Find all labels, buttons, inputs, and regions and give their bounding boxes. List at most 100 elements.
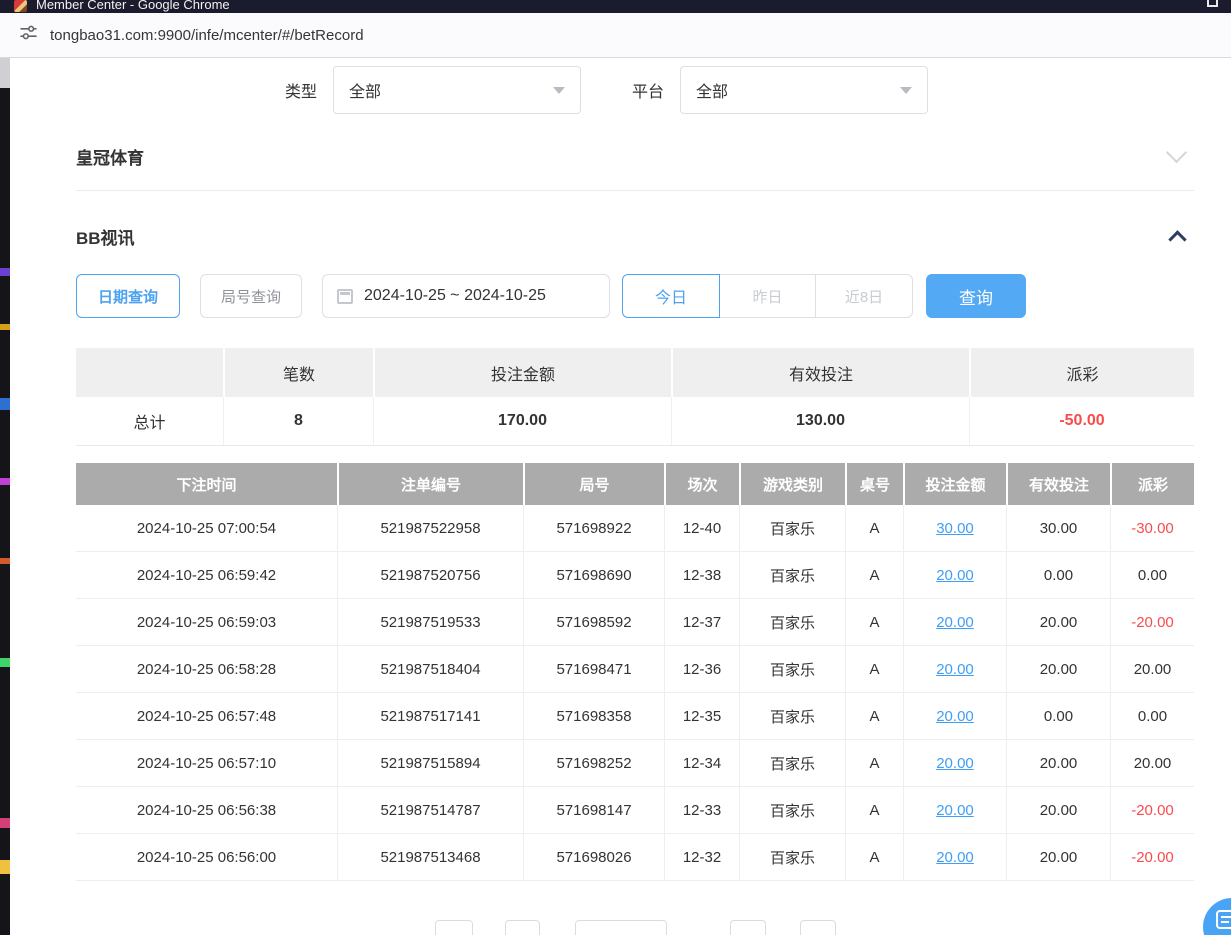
pagination-button-4[interactable] xyxy=(800,920,836,935)
cell-table-number: A xyxy=(845,599,903,645)
customer-service-fab[interactable] xyxy=(1203,898,1231,935)
cell-payout: 0.00 xyxy=(1110,693,1194,739)
pagination-button-2[interactable] xyxy=(505,920,540,935)
filter-bar: 类型 全部 平台 全部 xyxy=(285,66,928,114)
cell-bet-amount-link[interactable]: 20.00 xyxy=(903,646,1006,692)
cell-game-type: 百家乐 xyxy=(739,552,845,598)
table-row: 2024-10-25 07:00:54 521987522958 5716989… xyxy=(76,505,1194,552)
summary-table: 笔数 投注金额 有效投注 派彩 总计 8 170.00 130.00 -50.0… xyxy=(76,348,1194,446)
header-bet-amount: 投注金额 xyxy=(903,463,1006,505)
bet-table-body: 2024-10-25 07:00:54 521987522958 5716989… xyxy=(76,505,1194,881)
cell-game-type: 百家乐 xyxy=(739,505,845,551)
pagination xyxy=(0,920,1231,935)
cell-valid-bet: 20.00 xyxy=(1006,787,1110,833)
cell-bet-amount-link[interactable]: 20.00 xyxy=(903,693,1006,739)
last-8-days-button[interactable]: 近8日 xyxy=(815,274,913,318)
cell-bet-time: 2024-10-25 06:58:28 xyxy=(76,646,337,692)
section-title: 皇冠体育 xyxy=(76,144,144,169)
site-settings-icon[interactable] xyxy=(20,24,37,46)
cell-bet-time: 2024-10-25 06:57:10 xyxy=(76,740,337,786)
cell-bet-id: 521987515894 xyxy=(337,740,523,786)
cell-bet-amount-link[interactable]: 20.00 xyxy=(903,834,1006,880)
cell-valid-bet: 20.00 xyxy=(1006,646,1110,692)
round-query-tab-button[interactable]: 局号查询 xyxy=(200,274,302,318)
header-session: 场次 xyxy=(664,463,739,505)
type-filter-select[interactable]: 全部 xyxy=(333,66,581,114)
cell-bet-amount-link[interactable]: 20.00 xyxy=(903,787,1006,833)
chevron-up-icon[interactable] xyxy=(1168,230,1186,248)
summary-header-payout: 派彩 xyxy=(969,348,1194,397)
cell-valid-bet: 0.00 xyxy=(1006,693,1110,739)
cell-payout: -30.00 xyxy=(1110,505,1194,551)
cell-payout: -20.00 xyxy=(1110,787,1194,833)
header-game-type: 游戏类别 xyxy=(739,463,845,505)
cell-payout: -20.00 xyxy=(1110,834,1194,880)
table-row: 2024-10-25 06:57:10 521987515894 5716982… xyxy=(76,740,1194,787)
url-omnibox[interactable]: tongbao31.com:9900/infe/mcenter/#/betRec… xyxy=(50,27,364,44)
bet-table-header-row: 下注时间 注单编号 局号 场次 游戏类别 桌号 投注金额 有效投注 派彩 xyxy=(76,463,1194,505)
chevron-down-icon[interactable] xyxy=(1166,142,1187,163)
maximize-button[interactable] xyxy=(1207,0,1218,7)
section-crown-sports[interactable]: 皇冠体育 xyxy=(76,142,1194,170)
cell-game-type: 百家乐 xyxy=(739,646,845,692)
header-payout: 派彩 xyxy=(1110,463,1194,505)
summary-payout-value: -50.00 xyxy=(969,397,1194,445)
pagination-button-1[interactable] xyxy=(435,920,473,935)
platform-filter-value: 全部 xyxy=(696,78,728,102)
pagination-button-3[interactable] xyxy=(730,920,766,935)
cell-bet-time: 2024-10-25 06:56:38 xyxy=(76,787,337,833)
table-row: 2024-10-25 06:59:42 521987520756 5716986… xyxy=(76,552,1194,599)
cell-session: 12-33 xyxy=(664,787,739,833)
chat-document-icon xyxy=(1216,910,1231,929)
query-toolbar: 日期查询 局号查询 2024-10-25 ~ 2024-10-25 今日 昨日 … xyxy=(76,274,1026,318)
cell-bet-id: 521987517141 xyxy=(337,693,523,739)
cell-table-number: A xyxy=(845,787,903,833)
cell-bet-amount-link[interactable]: 20.00 xyxy=(903,740,1006,786)
date-query-tab-button[interactable]: 日期查询 xyxy=(76,274,180,318)
cell-bet-id: 521987513468 xyxy=(337,834,523,880)
cell-bet-amount-link[interactable]: 20.00 xyxy=(903,599,1006,645)
address-bar: tongbao31.com:9900/infe/mcenter/#/betRec… xyxy=(0,13,1231,58)
cell-bet-id: 521987520756 xyxy=(337,552,523,598)
cell-bet-id: 521987519533 xyxy=(337,599,523,645)
header-bet-time: 下注时间 xyxy=(76,463,337,505)
window-titlebar: Member Center - Google Chrome xyxy=(0,0,1231,13)
pagination-page-select[interactable] xyxy=(575,920,667,935)
cell-bet-time: 2024-10-25 07:00:54 xyxy=(76,505,337,551)
cell-bet-amount-link[interactable]: 30.00 xyxy=(903,505,1006,551)
cell-game-type: 百家乐 xyxy=(739,740,845,786)
yesterday-button[interactable]: 昨日 xyxy=(719,274,816,318)
header-round-number: 局号 xyxy=(523,463,664,505)
summary-total-row: 总计 8 170.00 130.00 -50.00 xyxy=(76,397,1194,446)
cell-table-number: A xyxy=(845,552,903,598)
cell-payout: -20.00 xyxy=(1110,599,1194,645)
date-range-input[interactable]: 2024-10-25 ~ 2024-10-25 xyxy=(322,274,610,318)
summary-header-row: 笔数 投注金额 有效投注 派彩 xyxy=(76,348,1194,397)
platform-filter-select[interactable]: 全部 xyxy=(680,66,928,114)
summary-header-bet-amount: 投注金额 xyxy=(373,348,671,397)
cell-session: 12-37 xyxy=(664,599,739,645)
window-title: Member Center - Google Chrome xyxy=(36,0,230,12)
cell-bet-time: 2024-10-25 06:59:03 xyxy=(76,599,337,645)
section-divider xyxy=(76,190,1194,191)
cell-valid-bet: 30.00 xyxy=(1006,505,1110,551)
cell-valid-bet: 20.00 xyxy=(1006,834,1110,880)
cell-session: 12-34 xyxy=(664,740,739,786)
cell-round-number: 571698690 xyxy=(523,552,664,598)
header-valid-bet: 有效投注 xyxy=(1006,463,1110,505)
cell-round-number: 571698471 xyxy=(523,646,664,692)
cell-game-type: 百家乐 xyxy=(739,787,845,833)
browser-window: Member Center - Google Chrome tongbao31.… xyxy=(0,0,1231,935)
platform-filter-label: 平台 xyxy=(632,78,664,102)
table-row: 2024-10-25 06:57:48 521987517141 5716983… xyxy=(76,693,1194,740)
cell-bet-amount-link[interactable]: 20.00 xyxy=(903,552,1006,598)
type-filter-label: 类型 xyxy=(285,78,317,102)
cell-round-number: 571698358 xyxy=(523,693,664,739)
summary-header-empty xyxy=(76,348,223,397)
cell-valid-bet: 0.00 xyxy=(1006,552,1110,598)
search-button[interactable]: 查询 xyxy=(926,274,1026,318)
cell-round-number: 571698922 xyxy=(523,505,664,551)
section-bb-video[interactable]: BB视讯 xyxy=(76,222,1194,250)
summary-total-label: 总计 xyxy=(76,397,223,445)
today-button[interactable]: 今日 xyxy=(622,274,720,318)
